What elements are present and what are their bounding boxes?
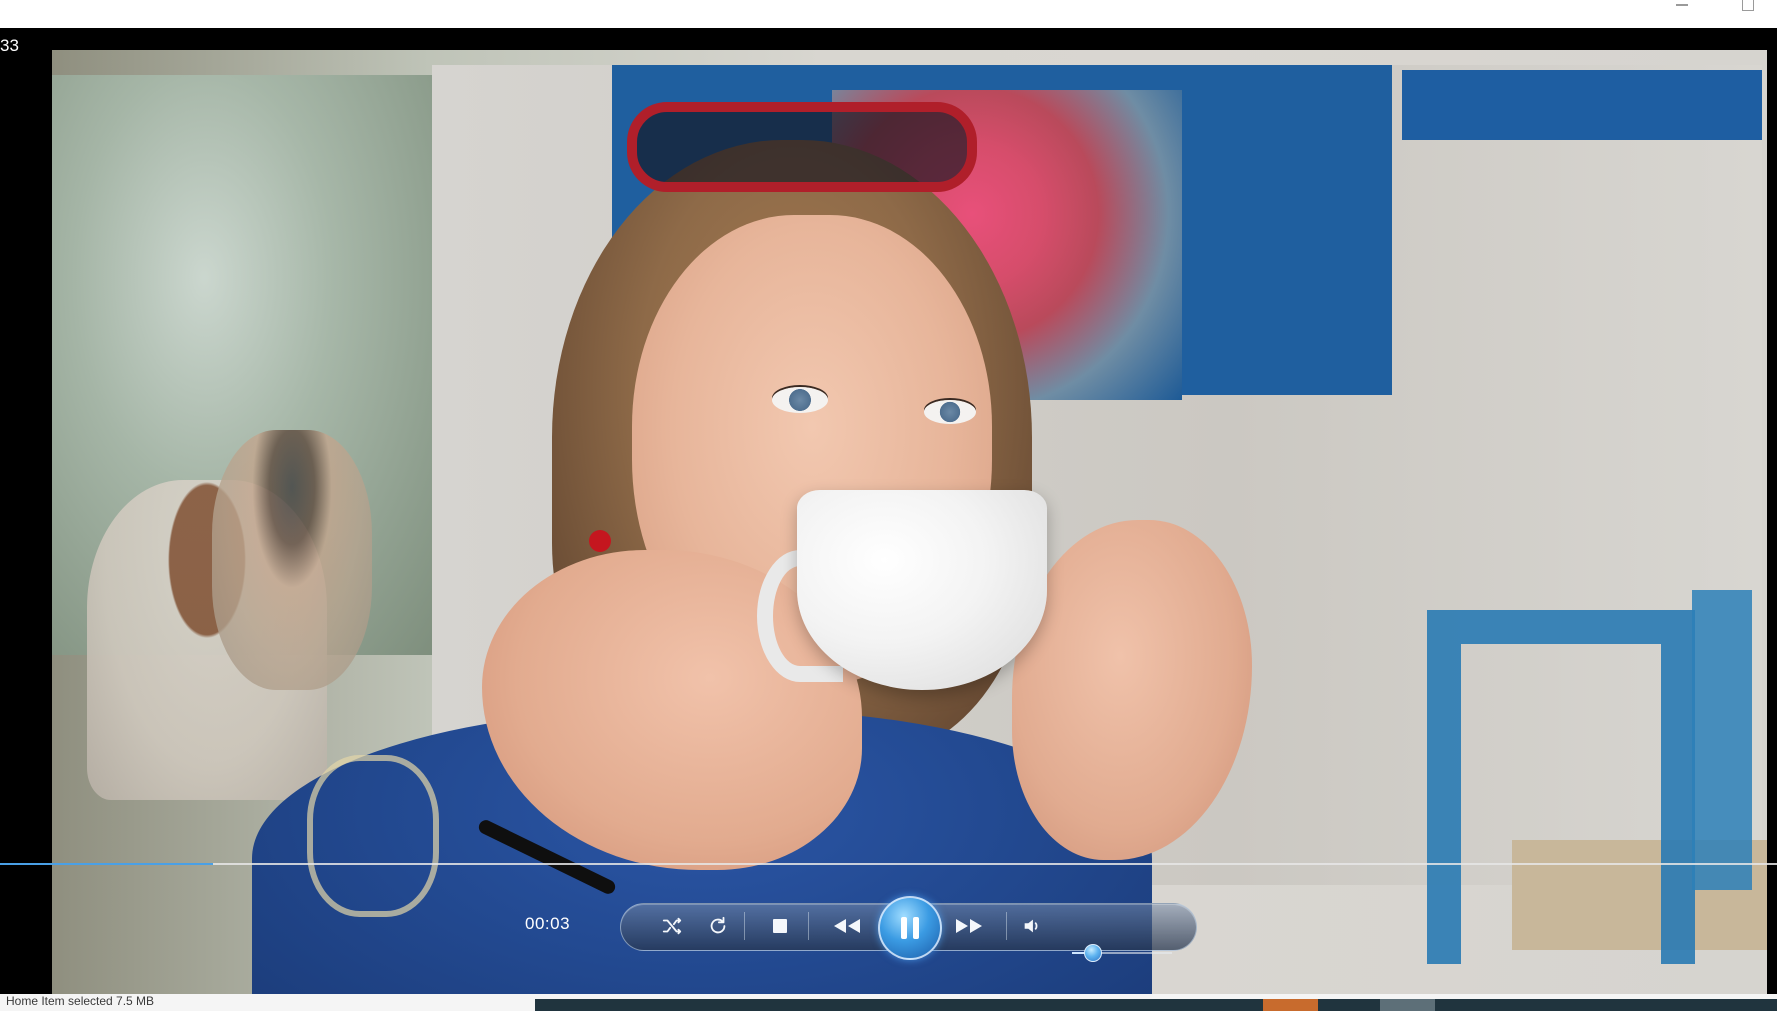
stop-button[interactable] <box>766 914 794 938</box>
stop-icon <box>773 919 787 933</box>
background-chair-2 <box>1692 590 1752 890</box>
subject-eye-left <box>772 387 828 413</box>
minimize-icon[interactable] <box>1676 4 1688 6</box>
coffee-cup <box>797 490 1047 690</box>
seek-track[interactable] <box>0 863 1777 865</box>
background-person-2 <box>212 430 372 690</box>
shirt-number-graphic <box>307 755 439 917</box>
repeat-icon <box>710 916 726 934</box>
seek-bar[interactable] <box>0 858 1777 872</box>
elapsed-time: 00:03 <box>525 914 571 933</box>
seek-progress <box>0 863 214 865</box>
taskbar-strip <box>535 999 1777 1011</box>
pause-button[interactable] <box>878 896 942 960</box>
fast-forward-icon <box>956 919 982 933</box>
seek-handle[interactable] <box>208 858 218 870</box>
video-frame[interactable] <box>52 50 1767 994</box>
pause-icon <box>901 917 919 939</box>
subject-earring <box>589 530 611 552</box>
volume-slider-thumb[interactable] <box>1084 944 1102 962</box>
control-divider <box>1006 912 1007 940</box>
mute-button[interactable] <box>1018 914 1046 938</box>
media-player: 33 <box>0 28 1777 994</box>
fast-forward-button[interactable] <box>952 914 986 938</box>
background-blue-trim <box>1402 70 1762 140</box>
repeat-button[interactable] <box>704 914 732 938</box>
subject-eye-right <box>924 400 976 424</box>
control-divider <box>808 912 809 940</box>
volume-icon <box>1024 919 1038 933</box>
control-divider <box>744 912 745 940</box>
subject-sunglasses <box>627 102 977 192</box>
maximize-icon[interactable] <box>1742 0 1754 11</box>
shuffle-icon <box>662 917 682 935</box>
shuffle-button[interactable] <box>658 914 686 938</box>
rewind-icon <box>834 919 860 933</box>
corner-time-label: 33 <box>0 36 19 55</box>
taskbar-accent-orange <box>1263 999 1318 1011</box>
window-top-strip <box>0 0 1777 28</box>
background-chair <box>1427 610 1695 964</box>
status-text: Home Item selected 7.5 MB <box>6 994 155 1008</box>
left-black-bar: 33 <box>0 28 52 994</box>
taskbar-accent-grey <box>1380 999 1435 1011</box>
rewind-button[interactable] <box>830 914 864 938</box>
